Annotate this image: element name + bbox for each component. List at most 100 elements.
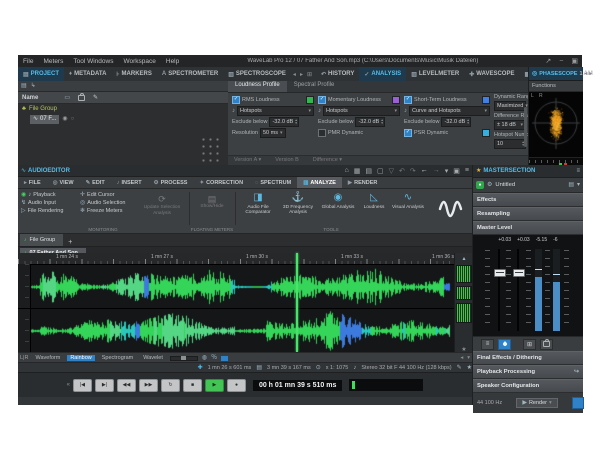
meter-mode-button[interactable]: ⊞ — [523, 339, 536, 350]
version-a-label[interactable]: Version A ▾ — [234, 157, 261, 163]
global-analysis-button[interactable]: ◉Global Analysis — [319, 192, 357, 210]
tab-analysis[interactable]: ✓ANALYSIS — [359, 67, 406, 81]
preset-monitor-icon[interactable]: ▤ — [568, 182, 574, 188]
total-time-value[interactable]: 3 mn 39 s 167 ms — [267, 365, 311, 371]
final-effects-section-header[interactable]: Final Effects / Dithering — [473, 351, 583, 365]
editor-menu-icon[interactable]: ≡ — [465, 167, 469, 174]
audio-selection-button[interactable]: ◎Audio Selection — [80, 200, 125, 206]
resampling-section-header[interactable]: Resampling — [473, 207, 583, 221]
file-group-row[interactable]: ♣ File Group — [18, 104, 228, 114]
shortterm-speaker-icon[interactable]: ♪ — [404, 108, 407, 114]
visual-analysis-button[interactable]: ∿Visual Analysis — [389, 192, 427, 210]
master-level-section-header[interactable]: Master Level — [473, 221, 583, 235]
shortterm-loudness-checkbox[interactable]: ✓ — [404, 96, 412, 104]
rms-speaker-icon[interactable]: ♪ — [232, 108, 235, 114]
fader-left-track[interactable] — [498, 249, 500, 331]
dynamic-range-dropdown[interactable]: Maximized▾ — [494, 101, 526, 111]
timeline-ruler[interactable]: 1 mn 24 s 1 mn 27 s 1 mn 30 s 1 mn 33 s … — [18, 253, 454, 265]
redo-icon[interactable]: ↷ — [410, 167, 416, 175]
nav-forward-icon[interactable]: → — [433, 167, 440, 174]
hscroll-left-icon[interactable]: ◂ — [460, 355, 463, 361]
dock-collapse-icon[interactable]: ▴ — [462, 256, 465, 262]
ribbon-tab-edit[interactable]: ✎EDIT — [80, 177, 111, 188]
difference-label[interactable]: Difference ▾ — [313, 157, 342, 163]
preset-name[interactable]: Untitled — [495, 182, 515, 188]
undo-icon[interactable]: ↶ — [399, 167, 405, 175]
phasescope-next-icon[interactable]: ▸ — [589, 71, 592, 77]
blend-slider[interactable] — [170, 356, 198, 361]
loudness-button[interactable]: ◺Loudness — [355, 192, 393, 210]
edit-indicator-icon[interactable]: ✎ — [457, 365, 462, 371]
mode-rainbow[interactable]: Rainbow — [67, 355, 94, 361]
toolbar-dropdown-icon[interactable]: ▾ — [445, 167, 449, 175]
audio-file-row[interactable]: ∿07 F... ◉ ○ — [30, 114, 228, 124]
rms-loudness-checkbox[interactable]: ✓ — [232, 96, 240, 104]
analysis-scrollbar[interactable] — [524, 107, 527, 147]
monitor-column-icon[interactable]: ▭ — [64, 95, 70, 101]
tab-markers[interactable]: ⊦MARKERS — [111, 67, 156, 81]
ribbon-tab-correction[interactable]: ✦CORRECTION — [193, 177, 249, 188]
tab-scroll-left-icon[interactable]: ◂ — [291, 67, 298, 81]
rms-color-swatch[interactable] — [306, 96, 314, 104]
save-icon[interactable]: ▽ — [389, 167, 394, 175]
go-to-end-button[interactable]: ▶| — [95, 379, 114, 392]
file-status-icon[interactable]: ○ — [71, 116, 75, 122]
speaker-config-button[interactable] — [572, 397, 584, 409]
tab-levelmeter[interactable]: ▥LEVELMETER — [406, 67, 464, 81]
momentary-color-swatch[interactable] — [392, 96, 400, 104]
ribbon-tab-analyze[interactable]: ▥ANALYZE — [297, 177, 342, 188]
tree-expand-icon[interactable]: ▤ — [21, 83, 27, 89]
panel-resize-grip[interactable] — [200, 136, 220, 162]
clip-thumbnail[interactable] — [456, 303, 472, 323]
tree-collapse-icon[interactable]: ↳ — [31, 83, 36, 89]
pmr-dynamic-checkbox[interactable]: ✓ — [318, 129, 326, 137]
ribbon-tab-process[interactable]: ⚙PROCESS — [148, 177, 194, 188]
nav-back-icon[interactable]: ← — [421, 167, 428, 174]
channel-toggle-icon[interactable] — [221, 356, 228, 361]
playback-processing-add-icon[interactable]: ↪ — [574, 369, 579, 375]
open-folder-icon[interactable]: ▢ — [377, 167, 384, 175]
tab-list-icon[interactable]: ⊞ — [305, 67, 314, 81]
phasescope-page-number[interactable]: 1 — [579, 71, 582, 77]
transport-collapse-icon[interactable]: « — [67, 382, 70, 388]
difference-range-dropdown[interactable]: ± 18 dB▾ — [494, 120, 526, 130]
ribbon-tab-file[interactable]: ▸FILE — [18, 177, 47, 188]
meter-menu-button[interactable]: ≡ — [481, 339, 494, 350]
shortterm-color-swatch[interactable] — [482, 96, 490, 104]
freeze-meters-button[interactable]: ❄Freeze Meters — [80, 208, 125, 214]
menu-tool-windows[interactable]: Tool Windows — [68, 58, 118, 65]
rms-mode-dropdown[interactable]: Hotspots▾ — [237, 106, 314, 116]
file-group-tab[interactable]: ♪File Group — [20, 234, 63, 246]
update-selection-analysis-button[interactable]: ⟳Update Selection Analysis — [140, 195, 184, 216]
add-tab-button[interactable]: + — [63, 239, 77, 246]
momentary-exclude-spinner[interactable]: -32.0 dB▴▾ — [355, 117, 385, 127]
momentary-speaker-icon[interactable]: ♪ — [318, 108, 321, 114]
momentary-mode-dropdown[interactable]: Hotspots▾ — [323, 106, 400, 116]
go-to-start-button[interactable]: |◀ — [73, 379, 92, 392]
menu-help[interactable]: Help — [161, 58, 184, 65]
master-power-button[interactable]: ● — [476, 181, 484, 189]
maximize-icon[interactable]: ▣ — [567, 58, 582, 65]
playback-cursor[interactable] — [296, 253, 298, 352]
phasescope-prev-icon[interactable]: ◂ — [585, 71, 588, 77]
lock-column-icon[interactable] — [78, 95, 85, 101]
home-icon[interactable]: ⌂ — [345, 167, 349, 174]
loop-button[interactable]: ↻ — [161, 379, 180, 392]
ribbon-tab-insert[interactable]: ♪INSERT — [111, 177, 148, 188]
fullscreen-icon[interactable]: ▣ — [453, 167, 460, 175]
tab-scroll-right-icon[interactable]: ▸ — [298, 67, 305, 81]
cursor-time-value[interactable]: 1 mn 26 s 601 ms — [208, 365, 252, 371]
forward-button[interactable]: ▶▶ — [139, 379, 158, 392]
audio-input-button[interactable]: ↯Audio Input — [21, 200, 63, 206]
tab-phasescope[interactable]: ◎ PHASESCOPE 1 ◂▸ — [529, 67, 583, 81]
shortterm-exclude-spinner[interactable]: -32.0 dB▴▾ — [441, 117, 471, 127]
tab-metadata[interactable]: ♦METADATA — [64, 67, 111, 81]
rms-exclude-spinner[interactable]: -32.0 dB▴▾ — [269, 117, 299, 127]
tab-loudness-profile[interactable]: Loudness Profile — [228, 81, 287, 92]
visibility-eye-icon[interactable]: ◉ — [62, 116, 67, 122]
edit-cursor-button[interactable]: ✛Edit Cursor — [80, 192, 125, 198]
rewind-button[interactable]: ◀◀ — [117, 379, 136, 392]
minimize-icon[interactable]: − — [555, 58, 567, 65]
fader-right-handle[interactable] — [513, 269, 525, 277]
menu-workspace[interactable]: Workspace — [118, 58, 160, 65]
